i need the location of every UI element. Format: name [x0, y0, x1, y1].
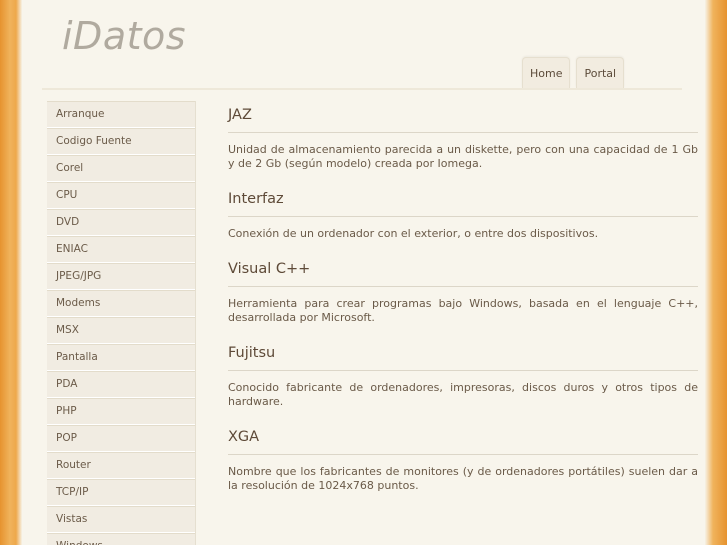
- entry-text: Nombre que los fabricantes de monitores …: [228, 465, 698, 492]
- entry-title[interactable]: Visual C++: [228, 261, 698, 287]
- entry-title[interactable]: Fujitsu: [228, 345, 698, 371]
- sidebar-item-tcpip[interactable]: TCP/IP: [47, 479, 195, 506]
- sidebar-item-cpu[interactable]: CPU: [47, 182, 195, 209]
- entry: XGA Nombre que los fabricantes de monito…: [228, 429, 698, 493]
- sidebar-item-router[interactable]: Router: [47, 452, 195, 479]
- tab-portal[interactable]: Portal: [576, 57, 625, 88]
- sidebar-item-php[interactable]: PHP: [47, 398, 195, 425]
- entry-title[interactable]: JAZ: [228, 107, 698, 133]
- sidebar-item-corel[interactable]: Corel: [47, 155, 195, 182]
- entry: Interfaz Conexión de un ordenador con el…: [228, 191, 698, 241]
- sidebar-item-pop[interactable]: POP: [47, 425, 195, 452]
- main-content: JAZ Unidad de almacenamiento parecida a …: [228, 101, 698, 513]
- header-divider: [42, 88, 682, 90]
- sidebar-item-pantalla[interactable]: Pantalla: [47, 344, 195, 371]
- sidebar-item-codigo-fuente[interactable]: Codigo Fuente: [47, 128, 195, 155]
- sidebar-item-pda[interactable]: PDA: [47, 371, 195, 398]
- main-nav: Home Portal: [522, 57, 625, 88]
- sidebar-item-jpeg[interactable]: JPEG/JPG: [47, 263, 195, 290]
- entry-title[interactable]: Interfaz: [228, 191, 698, 217]
- header: iDatos Home Portal: [22, 0, 705, 92]
- sidebar-item-modems[interactable]: Modems: [47, 290, 195, 317]
- sidebar-item-dvd[interactable]: DVD: [47, 209, 195, 236]
- page: iDatos Home Portal Arranque Codigo Fuent…: [22, 0, 705, 545]
- entry: JAZ Unidad de almacenamiento parecida a …: [228, 107, 698, 171]
- sidebar-item-msx[interactable]: MSX: [47, 317, 195, 344]
- entry: Visual C++ Herramienta para crear progra…: [228, 261, 698, 325]
- entry: Fujitsu Conocido fabricante de ordenador…: [228, 345, 698, 409]
- sidebar: Arranque Codigo Fuente Corel CPU DVD ENI…: [47, 101, 196, 545]
- sidebar-item-vistas[interactable]: Vistas: [47, 506, 195, 533]
- entry-text: Conexión de un ordenador con el exterior…: [228, 227, 599, 240]
- tab-home[interactable]: Home: [522, 57, 571, 88]
- entry-text: Conocido fabricante de ordenadores, impr…: [228, 381, 698, 408]
- entry-text: Unidad de almacenamiento parecida a un d…: [228, 143, 698, 170]
- sidebar-item-windows[interactable]: Windows: [47, 533, 195, 545]
- sidebar-item-arranque[interactable]: Arranque: [47, 101, 195, 128]
- entry-title[interactable]: XGA: [228, 429, 698, 455]
- entry-text: Herramienta para crear programas bajo Wi…: [228, 297, 698, 324]
- sidebar-item-eniac[interactable]: ENIAC: [47, 236, 195, 263]
- site-logo[interactable]: iDatos: [62, 14, 186, 58]
